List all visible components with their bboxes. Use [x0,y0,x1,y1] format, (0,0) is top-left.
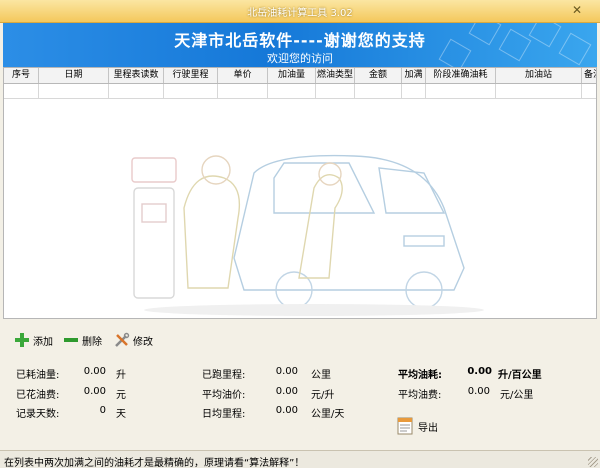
avg-cost-unit: 元/公里 [500,390,534,401]
statistics-panel: 已耗油量: 0.00 升 已花油费: 0.00 元 记录天数: 0 天 已跑里程… [0,360,600,420]
table-row[interactable] [4,84,596,99]
distance-label: 已跑里程: [202,370,246,381]
fuel-used-label: 已耗油量: [16,370,60,381]
table-cell[interactable] [39,84,109,98]
cost-unit: 元 [116,390,126,401]
status-text: 在列表中两次加满之间的油耗才是最精确的，原理请看“算法解释”！ [4,458,305,468]
avg-consumption-value: 0.00 [467,366,492,377]
column-header-index[interactable]: 序号 [4,68,39,83]
resize-grip[interactable] [588,457,598,467]
fuel-used-unit: 升 [116,370,126,381]
minus-icon [63,332,79,348]
app-window: 北岳油耗计算工具 3.02 ✕ 天津市北岳软件----谢谢您的支持 欢迎您的访问… [0,0,600,468]
fuel-station-illustration [131,154,484,316]
column-header-trip[interactable]: 行驶里程 [164,68,218,83]
cost-value: 0.00 [83,386,106,397]
record-toolbar: 添加 删除 修改 [0,330,600,352]
days-value: 0 [99,405,106,416]
avg-consumption-label: 平均油耗: [398,370,442,381]
fuel-record-table[interactable]: 序号 日期 里程表读数 行驶里程 单价 加油量 燃油类型 金额 加满 阶段准确油… [3,67,597,319]
avg-price-unit: 元/升 [311,390,335,401]
days-unit: 天 [116,409,126,420]
title-bar[interactable]: 北岳油耗计算工具 3.02 ✕ [0,0,600,23]
banner-headline: 天津市北岳软件----谢谢您的支持 [174,31,426,50]
table-cell[interactable] [355,84,402,98]
table-cell[interactable] [402,84,426,98]
column-header-odometer[interactable]: 里程表读数 [109,68,164,83]
column-header-full[interactable]: 加满 [402,68,426,83]
table-cell[interactable] [109,84,164,98]
table-cell[interactable] [316,84,355,98]
column-header-stage-consumption[interactable]: 阶段准确油耗 [426,68,496,83]
plus-icon [14,332,30,348]
table-cell[interactable] [218,84,268,98]
daily-distance-value: 0.00 [275,405,298,416]
close-icon[interactable]: ✕ [570,3,584,17]
column-header-unit-price[interactable]: 单价 [218,68,268,83]
table-cell[interactable] [268,84,316,98]
add-button-label: 添加 [33,336,53,348]
column-header-fuel-type[interactable]: 燃油类型 [316,68,355,83]
window-title: 北岳油耗计算工具 3.02 [247,8,353,19]
distance-unit: 公里 [311,370,331,381]
avg-cost-value: 0.00 [467,386,490,397]
table-cell[interactable] [426,84,496,98]
add-button[interactable]: 添加 [14,330,53,350]
avg-price-value: 0.00 [275,386,298,397]
column-header-amount[interactable]: 金额 [355,68,402,83]
days-label: 记录天数: [16,409,60,420]
cost-label: 已花油费: [16,390,60,401]
avg-consumption-unit: 升/百公里 [498,370,542,381]
column-header-station[interactable]: 加油站 [496,68,582,83]
banner-subline: 欢迎您的访问 [267,52,333,65]
daily-distance-unit: 公里/天 [311,409,345,420]
delete-button[interactable]: 删除 [63,330,102,350]
status-bar: 在列表中两次加满之间的油耗才是最精确的，原理请看“算法解释”！ [0,450,600,468]
export-button-label: 导出 [418,422,438,434]
distance-value: 0.00 [275,366,298,377]
document-icon [396,416,414,436]
column-header-notes[interactable]: 备注 [582,68,596,83]
banner: 天津市北岳软件----谢谢您的支持 欢迎您的访问 [3,23,597,67]
edit-button[interactable]: 修改 [114,330,153,350]
avg-price-label: 平均油价: [202,390,246,401]
avg-cost-label: 平均油费: [398,390,442,401]
export-button[interactable]: 导出 [396,414,438,438]
edit-button-label: 修改 [133,336,153,348]
tools-icon [114,332,130,348]
table-cell[interactable] [164,84,218,98]
delete-button-label: 删除 [82,336,102,348]
daily-distance-label: 日均里程: [202,409,246,420]
column-header-fuel-amount[interactable]: 加油量 [268,68,316,83]
table-cell[interactable] [496,84,582,98]
table-cell[interactable] [4,84,39,98]
column-header-date[interactable]: 日期 [39,68,109,83]
table-header: 序号 日期 里程表读数 行驶里程 单价 加油量 燃油类型 金额 加满 阶段准确油… [4,68,596,84]
fuel-used-value: 0.00 [83,366,106,377]
